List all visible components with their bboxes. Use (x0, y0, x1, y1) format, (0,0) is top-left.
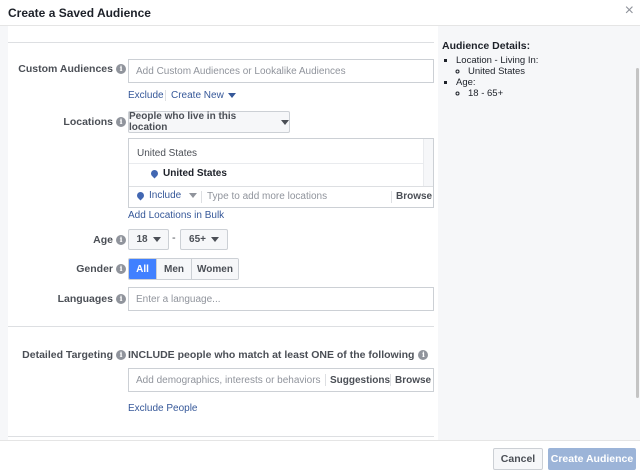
scrollbar[interactable] (636, 68, 639, 398)
chevron-down-icon (210, 237, 219, 242)
custom-audiences-input[interactable]: Add Custom Audiences or Lookalike Audien… (128, 59, 434, 83)
exclude-link[interactable]: Exclude (128, 90, 164, 101)
audience-details-list: Location - Living In: United States Age:… (442, 55, 632, 99)
detailed-targeting-input[interactable]: Add demographics, interests or behaviors (136, 375, 321, 386)
age-label: Age i (93, 234, 126, 246)
age-max-value: 65+ (189, 234, 206, 245)
dialog-header: Create a Saved Audience × (0, 0, 640, 26)
age-min-dropdown[interactable]: 18 (128, 229, 169, 250)
custom-audiences-label: Custom Audiences i (18, 63, 126, 75)
age-min-value: 18 (136, 234, 148, 245)
divider (391, 191, 392, 203)
locations-label: Locations i (63, 116, 126, 128)
detail-age: Age: 18 - 65+ (456, 77, 632, 99)
include-criteria-text: INCLUDE people who match at least ONE of… (128, 349, 429, 361)
location-pin-icon (135, 190, 146, 201)
add-locations-bulk-link[interactable]: Add Locations in Bulk (128, 210, 224, 221)
selected-location[interactable]: United States (149, 168, 227, 179)
create-new-text: Create New (171, 90, 224, 101)
gender-option-all[interactable]: All (129, 259, 156, 279)
detailed-targeting-label-text: Detailed Targeting (22, 349, 113, 361)
custom-audiences-label-text: Custom Audiences (18, 63, 113, 75)
info-icon[interactable]: i (116, 235, 126, 245)
divider (201, 191, 202, 203)
divider (8, 436, 434, 437)
audience-details-panel: Audience Details: Location - Living In: … (442, 40, 632, 99)
languages-label: Languages i (58, 293, 126, 305)
age-label-text: Age (93, 234, 113, 246)
include-text: Include (149, 190, 182, 201)
divider (325, 374, 326, 386)
location-type-value: People who live in this location (129, 111, 237, 133)
chevron-down-icon (227, 93, 236, 98)
info-icon[interactable]: i (418, 350, 429, 360)
divider (390, 374, 391, 386)
selected-location-text: United States (163, 168, 227, 179)
gender-label: Gender i (76, 263, 126, 275)
chevron-down-icon (152, 237, 161, 242)
locations-box: United States United States Include Type… (128, 138, 434, 208)
divider (129, 163, 423, 164)
divider (8, 326, 434, 327)
languages-input[interactable]: Enter a language... (128, 287, 434, 311)
custom-audiences-placeholder: Add Custom Audiences or Lookalike Audien… (136, 65, 346, 77)
locations-label-text: Locations (63, 116, 113, 128)
chevron-down-icon (189, 193, 198, 198)
location-search-input[interactable]: Type to add more locations (207, 191, 327, 202)
gender-label-text: Gender (76, 263, 113, 275)
info-icon[interactable]: i (116, 64, 126, 74)
location-type-dropdown[interactable]: People who live in this location (128, 111, 290, 133)
exclude-people-link[interactable]: Exclude People (128, 403, 198, 414)
divider (8, 42, 434, 43)
gender-option-men[interactable]: Men (156, 259, 191, 279)
dialog-footer: Cancel Create Audience (0, 440, 640, 470)
detailed-targeting-label: Detailed Targeting i (22, 349, 126, 361)
languages-label-text: Languages (57, 293, 113, 305)
info-icon[interactable]: i (116, 264, 126, 274)
suggestions-button[interactable]: Suggestions (330, 375, 390, 386)
cancel-button[interactable]: Cancel (493, 448, 543, 470)
detail-location: Location - Living In: United States (456, 55, 632, 77)
gender-option-women[interactable]: Women (191, 259, 238, 279)
detail-age-value: 18 - 65+ (468, 88, 632, 99)
gender-selector: All Men Women (128, 258, 239, 280)
browse-locations-button[interactable]: Browse (396, 191, 432, 202)
include-dropdown[interactable]: Include (135, 190, 198, 201)
age-separator: - (172, 232, 176, 244)
detailed-targeting-box: Add demographics, interests or behaviors… (128, 368, 434, 392)
browse-targeting-button[interactable]: Browse (395, 375, 431, 386)
location-group-header: United States (137, 148, 198, 159)
info-icon[interactable]: i (116, 294, 126, 304)
include-criteria-label: INCLUDE people who match at least ONE of… (128, 349, 415, 361)
divider (129, 186, 433, 187)
close-icon[interactable]: × (625, 3, 634, 19)
chevron-down-icon (281, 119, 289, 125)
detail-age-label: Age: (456, 77, 476, 88)
location-pin-icon (149, 168, 160, 179)
targeting-form: Custom Audiences i Add Custom Audiences … (8, 26, 438, 440)
detail-location-label: Location - Living In: (456, 55, 539, 66)
create-new-link[interactable]: Create New (171, 90, 236, 101)
info-icon[interactable]: i (116, 350, 126, 360)
languages-placeholder: Enter a language... (136, 293, 221, 305)
age-max-dropdown[interactable]: 65+ (180, 229, 228, 250)
dialog-body: Custom Audiences i Add Custom Audiences … (0, 26, 640, 440)
link-separator (165, 90, 166, 101)
create-audience-button[interactable]: Create Audience (548, 448, 636, 470)
info-icon[interactable]: i (116, 117, 126, 127)
audience-details-title: Audience Details: (442, 40, 531, 52)
detail-location-value: United States (468, 66, 632, 77)
scrollbar[interactable] (423, 139, 433, 187)
dialog-title: Create a Saved Audience (8, 6, 151, 20)
